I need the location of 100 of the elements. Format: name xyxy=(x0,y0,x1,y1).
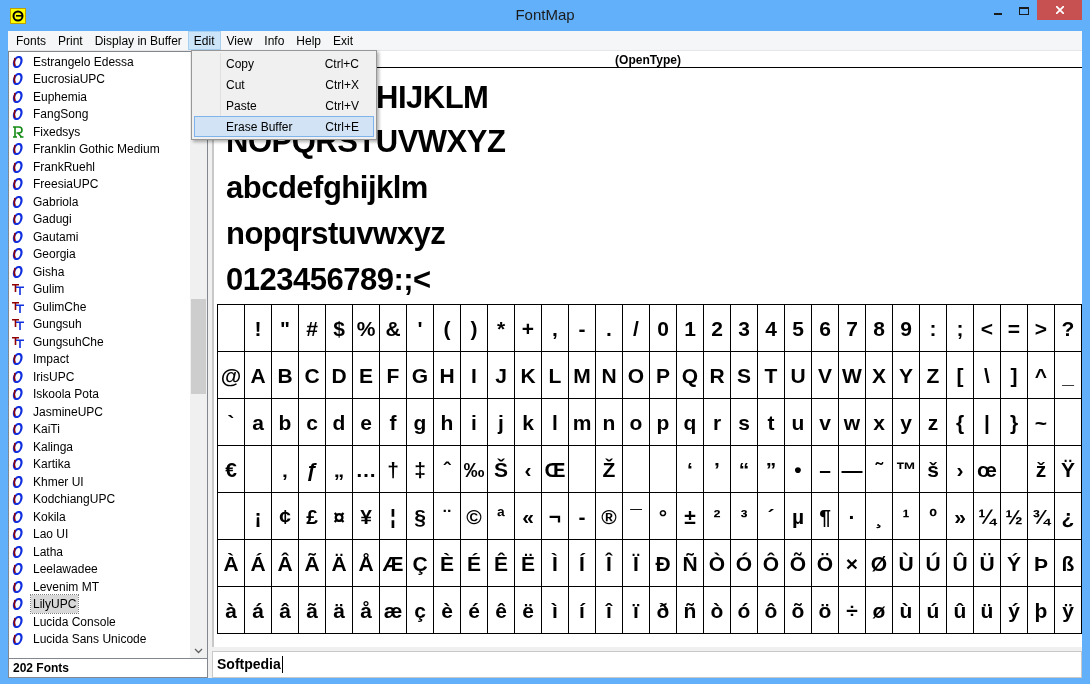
buffer-field[interactable]: Softpedia xyxy=(212,651,1082,678)
font-type-label: (OpenType) xyxy=(615,53,681,67)
opentype-icon xyxy=(12,423,24,436)
character-cell: “ xyxy=(731,446,758,493)
character-cell: B xyxy=(272,352,299,399)
character-cell: Š xyxy=(488,446,515,493)
opentype-icon xyxy=(12,580,24,593)
font-list-item[interactable]: EucrosiaUPC xyxy=(31,70,108,89)
character-cell: G xyxy=(407,352,434,399)
font-list-item[interactable]: FrankRuehl xyxy=(31,157,98,176)
font-list-item[interactable]: Kokila xyxy=(31,507,68,526)
font-list-item[interactable]: Lao UI xyxy=(31,525,71,544)
font-list-item[interactable]: Impact xyxy=(31,350,71,369)
character-cell: S xyxy=(731,352,758,399)
character-cell: š xyxy=(920,446,947,493)
font-list-item[interactable]: Franklin Gothic Medium xyxy=(31,140,162,159)
font-count: 202 Fonts xyxy=(13,660,69,677)
font-list-item[interactable]: KaiTi xyxy=(31,420,62,439)
character-cell: T xyxy=(758,352,785,399)
font-list-item[interactable]: Kartika xyxy=(31,455,73,474)
font-list-item[interactable]: GungsuhChe xyxy=(31,332,106,351)
character-cell: 7 xyxy=(839,305,866,352)
character-cell: ä xyxy=(326,587,353,634)
menu-item[interactable]: Edit xyxy=(187,31,221,50)
character-cell: 1 xyxy=(677,305,704,352)
character-cell: ó xyxy=(731,587,758,634)
font-list-item[interactable]: Georgia xyxy=(31,245,78,264)
character-cell: ™ xyxy=(893,446,920,493)
character-cell: ¦ xyxy=(380,493,407,540)
character-cell: ] xyxy=(1001,352,1028,399)
font-list-item[interactable]: Leelawadee xyxy=(31,560,100,579)
font-list-item[interactable]: LilyUPC xyxy=(31,595,79,614)
character-cell: é xyxy=(461,587,488,634)
scrollbar-thumb[interactable] xyxy=(191,299,206,394)
font-list-item[interactable]: Levenim MT xyxy=(31,577,102,596)
opentype-icon xyxy=(12,528,24,541)
font-list-item[interactable]: FreesiaUPC xyxy=(31,175,101,194)
font-list-item[interactable]: KodchiangUPC xyxy=(31,490,118,509)
font-list-item[interactable]: Estrangelo Edessa xyxy=(31,52,136,71)
font-list-item[interactable]: Iskoola Pota xyxy=(31,385,102,404)
font-list-item[interactable]: GulimChe xyxy=(31,297,89,316)
character-cell: i xyxy=(461,399,488,446)
character-cell: D xyxy=(326,352,353,399)
preview-text: HIJKLM xyxy=(376,81,489,113)
character-cell: o xyxy=(623,399,650,446)
menu-item[interactable]: Info xyxy=(258,31,291,50)
font-list-item[interactable]: Gisha xyxy=(31,262,67,281)
character-cell: ÷ xyxy=(839,587,866,634)
font-list-item[interactable]: Lucida Console xyxy=(31,612,118,631)
empty-cell xyxy=(569,446,596,493)
character-cell: ¹ xyxy=(893,493,920,540)
menu-item[interactable]: Help xyxy=(290,31,328,50)
font-list-item[interactable]: Euphemia xyxy=(31,87,90,106)
character-cell: h xyxy=(434,399,461,446)
font-list-item[interactable]: FangSong xyxy=(31,105,91,124)
character-cell: ï xyxy=(623,587,650,634)
font-list-item[interactable]: Latha xyxy=(31,542,66,561)
shortcut-text: Ctrl+X xyxy=(325,76,359,94)
character-cell: î xyxy=(596,587,623,634)
character-cell: ð xyxy=(650,587,677,634)
character-cell: ß xyxy=(1055,540,1082,587)
font-list-item[interactable]: Gulim xyxy=(31,280,67,299)
character-cell: ¶ xyxy=(812,493,839,540)
character-cell: Í xyxy=(569,540,596,587)
menu-option[interactable]: Paste Ctrl+V xyxy=(194,95,374,116)
font-list-item[interactable]: Kalinga xyxy=(31,437,76,456)
character-cell: - xyxy=(569,305,596,352)
character-cell: þ xyxy=(1028,587,1055,634)
menu-item[interactable]: Fonts xyxy=(10,31,52,50)
menu-item[interactable]: Display in Buffer xyxy=(88,31,188,50)
font-list-item[interactable]: Lucida Sans Unicode xyxy=(31,630,149,649)
character-cell: ç xyxy=(407,587,434,634)
character-cell: ^ xyxy=(1028,352,1055,399)
character-cell: â xyxy=(272,587,299,634)
opentype-icon xyxy=(12,160,24,173)
menu-option[interactable]: Copy Ctrl+C xyxy=(194,53,374,74)
menu-item[interactable]: View xyxy=(220,31,259,50)
empty-cell xyxy=(1055,399,1082,446)
menu-item[interactable]: Print xyxy=(52,31,89,50)
character-cell: Ú xyxy=(920,540,947,587)
font-list-item[interactable]: JasmineUPC xyxy=(31,402,106,421)
character-cell: Ï xyxy=(623,540,650,587)
character-cell: u xyxy=(785,399,812,446)
character-cell: j xyxy=(488,399,515,446)
font-list-item[interactable]: Fixedsys xyxy=(31,122,83,141)
font-list-item[interactable]: IrisUPC xyxy=(31,367,77,386)
character-cell: Ç xyxy=(407,540,434,587)
font-list-item[interactable]: Gungsuh xyxy=(31,315,84,334)
font-list-item[interactable]: Gabriola xyxy=(31,192,81,211)
opentype-icon xyxy=(12,213,24,226)
character-cell: H xyxy=(434,352,461,399)
font-list-item[interactable]: Gadugi xyxy=(31,210,74,229)
font-list-item[interactable]: Khmer UI xyxy=(31,472,86,491)
opentype-icon xyxy=(12,458,24,471)
font-list-item[interactable]: Gautami xyxy=(31,227,81,246)
menu-option[interactable]: Cut Ctrl+X xyxy=(194,74,374,95)
character-cell: Ó xyxy=(731,540,758,587)
opentype-icon xyxy=(12,195,24,208)
menu-item[interactable]: Exit xyxy=(327,31,360,50)
character-cell: ö xyxy=(812,587,839,634)
